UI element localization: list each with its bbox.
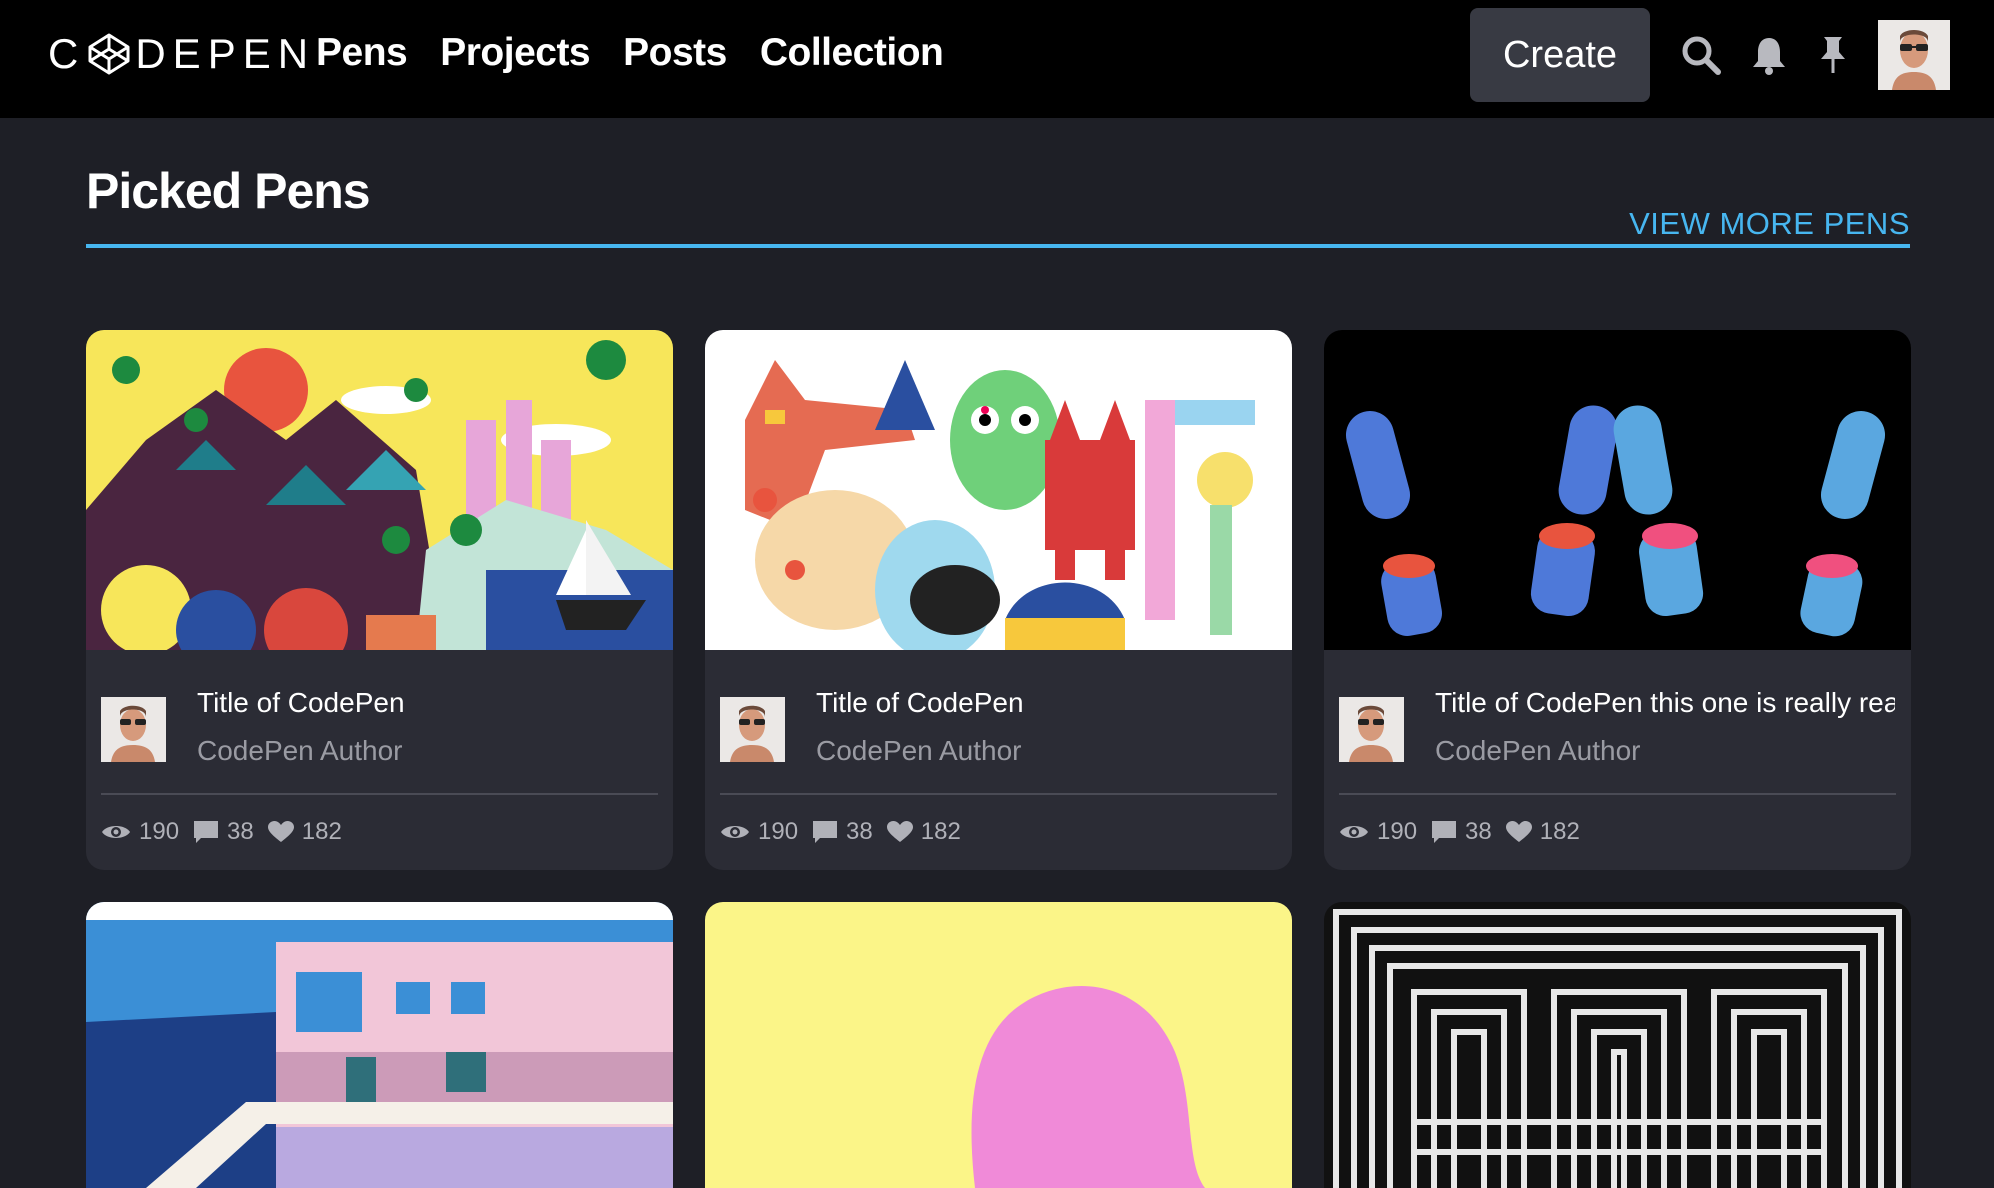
section-divider <box>86 244 1910 248</box>
bell-icon[interactable] <box>1748 34 1790 76</box>
views-stat: 190 <box>101 818 179 846</box>
comments-stat: 38 <box>812 818 873 846</box>
view-more-pens-link[interactable]: VIEW MORE PENS <box>1629 206 1910 242</box>
pen-stats: 190 38 182 <box>720 818 975 846</box>
eye-icon <box>102 826 130 838</box>
author-avatar[interactable] <box>1339 697 1404 762</box>
likes-count: 182 <box>1539 818 1580 845</box>
pen-author[interactable]: CodePen Author <box>1435 734 1641 768</box>
codepen-logo[interactable]: C DEPEN <box>48 30 315 78</box>
comment-icon <box>1432 821 1457 843</box>
likes-stat: 182 <box>886 818 961 846</box>
card-divider <box>101 793 658 795</box>
card-divider <box>720 793 1277 795</box>
comment-icon <box>813 821 838 843</box>
nav-links: Pens Projects Posts Collection <box>316 26 976 80</box>
author-avatar[interactable] <box>720 697 785 762</box>
comments-count: 38 <box>846 818 873 845</box>
eye-icon <box>721 826 749 838</box>
pen-card[interactable]: Title of CodePen CodePen Author 190 38 1… <box>86 330 673 870</box>
pen-thumbnail[interactable] <box>86 330 673 650</box>
section-title: Picked Pens <box>86 163 371 219</box>
comments-count: 38 <box>1465 818 1492 845</box>
views-count: 190 <box>758 818 799 845</box>
heart-icon <box>1505 821 1532 842</box>
cylinders-illustration <box>1324 330 1911 650</box>
author-avatar[interactable] <box>101 697 166 762</box>
top-nav: C DEPEN Pens Projects Posts Collection C… <box>0 0 1994 118</box>
logo-letter-c: C <box>48 30 86 77</box>
pen-title[interactable]: Title of CodePen this one is really real… <box>1435 686 1895 720</box>
likes-count: 182 <box>920 818 961 845</box>
views-stat: 190 <box>1339 818 1417 846</box>
pen-title[interactable]: Title of CodePen <box>816 686 1276 720</box>
nav-link-projects[interactable]: Projects <box>440 26 590 80</box>
comments-stat: 38 <box>193 818 254 846</box>
eye-icon <box>1340 826 1368 838</box>
create-button[interactable]: Create <box>1470 8 1650 102</box>
pen-author[interactable]: CodePen Author <box>816 734 1022 768</box>
comments-stat: 38 <box>1431 818 1492 846</box>
pen-stats: 190 38 182 <box>1339 818 1594 846</box>
pen-card[interactable]: Title of CodePen CodePen Author 190 38 1… <box>705 330 1292 870</box>
pen-author[interactable]: CodePen Author <box>197 734 403 768</box>
heart-icon <box>267 821 294 842</box>
comments-count: 38 <box>227 818 254 845</box>
user-avatar[interactable] <box>1878 20 1950 90</box>
pen-card[interactable]: Title of CodePen this one is really real… <box>1324 330 1911 870</box>
pen-card-thumbnail[interactable] <box>1324 902 1911 1188</box>
pen-thumbnail[interactable] <box>1324 330 1911 650</box>
likes-stat: 182 <box>267 818 342 846</box>
pen-card-thumbnail[interactable] <box>86 902 673 1188</box>
pen-title[interactable]: Title of CodePen <box>197 686 657 720</box>
maze-pattern-illustration <box>1324 902 1911 1188</box>
likes-count: 182 <box>301 818 342 845</box>
pen-card-thumbnail[interactable] <box>705 902 1292 1188</box>
pen-thumbnail[interactable] <box>705 330 1292 650</box>
nav-link-pens[interactable]: Pens <box>316 26 408 80</box>
logo-letters-depen: DEPEN <box>135 30 316 77</box>
monsters-illustration <box>705 330 1292 650</box>
card-divider <box>1339 793 1896 795</box>
pen-stats: 190 38 182 <box>101 818 356 846</box>
building-illustration <box>86 902 673 1188</box>
pink-shape-illustration <box>705 902 1292 1188</box>
likes-stat: 182 <box>1505 818 1580 846</box>
landscape-illustration <box>86 330 673 650</box>
comment-icon <box>194 821 219 843</box>
heart-icon <box>886 821 913 842</box>
codepen-cube-icon <box>88 33 130 75</box>
views-count: 190 <box>1377 818 1418 845</box>
search-icon[interactable] <box>1680 34 1722 76</box>
views-count: 190 <box>139 818 180 845</box>
nav-link-posts[interactable]: Posts <box>623 26 727 80</box>
nav-link-collection[interactable]: Collection <box>760 26 944 80</box>
views-stat: 190 <box>720 818 798 846</box>
pin-icon[interactable] <box>1812 34 1854 76</box>
